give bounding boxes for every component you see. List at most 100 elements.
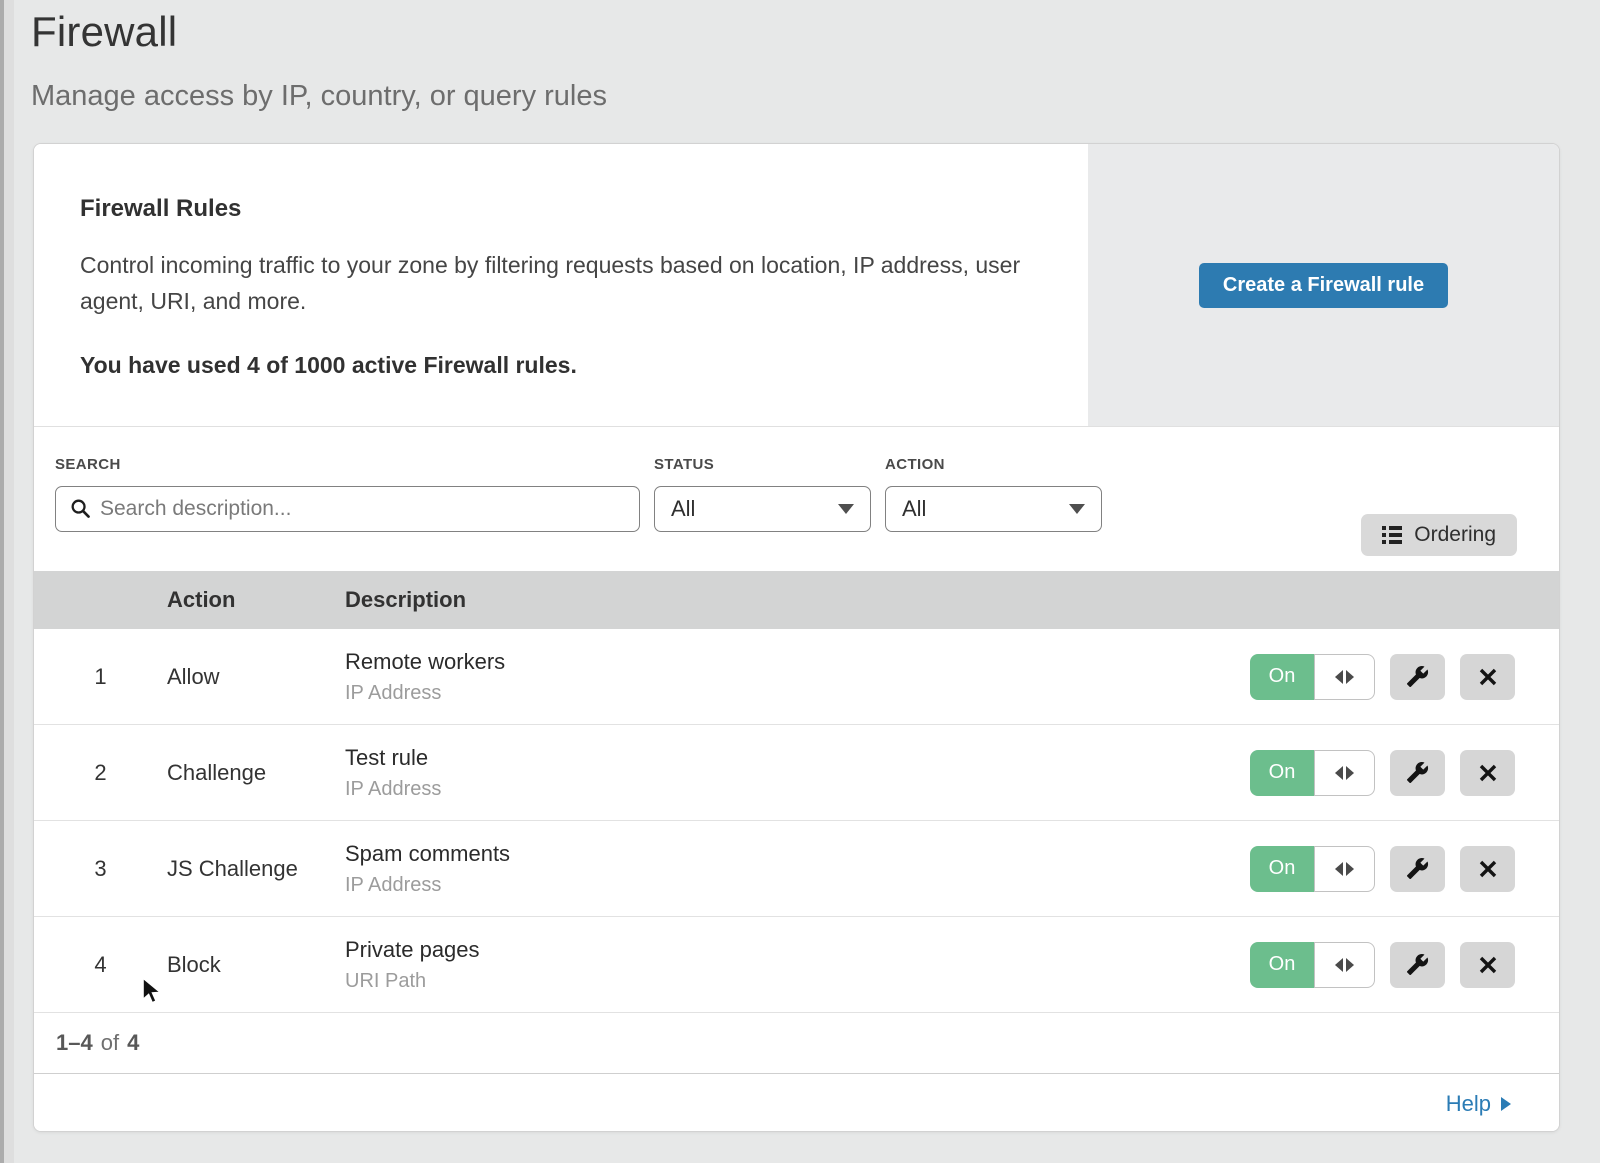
rule-priority: 3 [34,856,167,882]
table-row: 4 Block Private pages URI Path On [34,917,1559,1013]
triangle-left-icon [1335,862,1343,876]
action-label: ACTION [885,456,1102,473]
chevron-down-icon [838,504,854,514]
wrench-icon [1406,761,1429,784]
rule-description: Spam comments [345,841,1250,867]
action-select-value: All [902,496,926,522]
status-select[interactable]: All [654,486,871,532]
close-icon [1478,955,1498,975]
action-filter-group: ACTION All [885,456,1102,571]
edit-rule-button[interactable] [1390,654,1445,700]
triangle-right-icon [1346,766,1354,780]
intro-heading: Firewall Rules [80,195,1048,223]
search-filter-group: SEARCH [55,456,640,571]
table-header: Action Description [34,571,1559,629]
delete-rule-button[interactable] [1460,942,1515,988]
rule-controls: On [1250,654,1559,700]
page-title: Firewall [31,8,607,56]
search-icon [70,498,91,519]
wrench-icon [1406,857,1429,880]
triangle-right-icon [1346,958,1354,972]
rule-description: Private pages [345,937,1250,963]
window-left-edge-inner [4,0,14,1163]
rule-enabled-toggle[interactable]: On [1250,846,1375,892]
rule-action: Allow [167,664,345,690]
action-select[interactable]: All [885,486,1102,532]
ordering-button-label: Ordering [1414,523,1496,547]
wrench-icon [1406,953,1429,976]
rule-description: Test rule [345,745,1250,771]
rule-description-cell: Remote workers IP Address [345,649,1250,705]
toggle-on-label: On [1250,942,1314,988]
toggle-drag-handle[interactable] [1314,942,1375,988]
rule-match-type: URI Path [345,970,1250,993]
status-filter-group: STATUS All [654,456,871,571]
rule-enabled-toggle[interactable]: On [1250,750,1375,796]
rule-action: JS Challenge [167,856,345,882]
toggle-drag-handle[interactable] [1314,654,1375,700]
rule-description: Remote workers [345,649,1250,675]
rule-match-type: IP Address [345,874,1250,897]
pagination-of: of [101,1030,119,1056]
help-link-label: Help [1446,1091,1491,1117]
close-icon [1478,859,1498,879]
triangle-right-icon [1346,670,1354,684]
edit-rule-button[interactable] [1390,846,1445,892]
table-row: 2 Challenge Test rule IP Address On [34,725,1559,821]
card-footer: Help [34,1074,1559,1132]
rule-controls: On [1250,750,1559,796]
wrench-icon [1406,665,1429,688]
toggle-on-label: On [1250,654,1314,700]
status-label: STATUS [654,456,871,473]
rule-description-cell: Spam comments IP Address [345,841,1250,897]
rule-description-cell: Test rule IP Address [345,745,1250,801]
pagination-range: 1–4 [56,1030,93,1056]
search-input[interactable] [55,486,640,532]
pagination-total: 4 [127,1030,139,1056]
filters-bar: SEARCH STATUS All ACTION All [34,427,1559,571]
triangle-left-icon [1335,766,1343,780]
pagination-bar: 1–4 of 4 [34,1013,1559,1074]
rules-usage-text: You have used 4 of 1000 active Firewall … [80,352,1048,379]
triangle-left-icon [1335,958,1343,972]
table-row: 3 JS Challenge Spam comments IP Address … [34,821,1559,917]
delete-rule-button[interactable] [1460,846,1515,892]
intro-action-panel: Create a Firewall rule [1088,144,1559,426]
rule-controls: On [1250,942,1559,988]
firewall-rules-card: Firewall Rules Control incoming traffic … [33,143,1560,1132]
action-column-header: Action [167,587,345,613]
help-link[interactable]: Help [1446,1091,1511,1117]
edit-rule-button[interactable] [1390,942,1445,988]
page-subtitle: Manage access by IP, country, or query r… [31,80,607,113]
rule-priority: 2 [34,760,167,786]
table-row: 1 Allow Remote workers IP Address On [34,629,1559,725]
close-icon [1478,763,1498,783]
ordering-button[interactable]: Ordering [1361,514,1517,556]
status-select-value: All [671,496,695,522]
edit-rule-button[interactable] [1390,750,1445,796]
toggle-drag-handle[interactable] [1314,846,1375,892]
page-header: Firewall Manage access by IP, country, o… [31,8,607,113]
toggle-on-label: On [1250,846,1314,892]
rule-match-type: IP Address [345,682,1250,705]
rule-priority: 4 [34,952,167,978]
rule-enabled-toggle[interactable]: On [1250,654,1375,700]
intro-section: Firewall Rules Control incoming traffic … [34,144,1559,427]
toggle-drag-handle[interactable] [1314,750,1375,796]
search-label: SEARCH [55,456,640,473]
delete-rule-button[interactable] [1460,750,1515,796]
triangle-left-icon [1335,670,1343,684]
create-firewall-rule-button[interactable]: Create a Firewall rule [1199,263,1448,308]
rule-enabled-toggle[interactable]: On [1250,942,1375,988]
intro-description: Control incoming traffic to your zone by… [80,247,1030,319]
triangle-right-icon [1501,1097,1511,1111]
toggle-on-label: On [1250,750,1314,796]
description-column-header: Description [345,587,1559,613]
rule-action: Challenge [167,760,345,786]
rule-action: Block [167,952,345,978]
rule-controls: On [1250,846,1559,892]
rule-priority: 1 [34,664,167,690]
delete-rule-button[interactable] [1460,654,1515,700]
intro-text-block: Firewall Rules Control incoming traffic … [34,144,1088,426]
rule-match-type: IP Address [345,778,1250,801]
